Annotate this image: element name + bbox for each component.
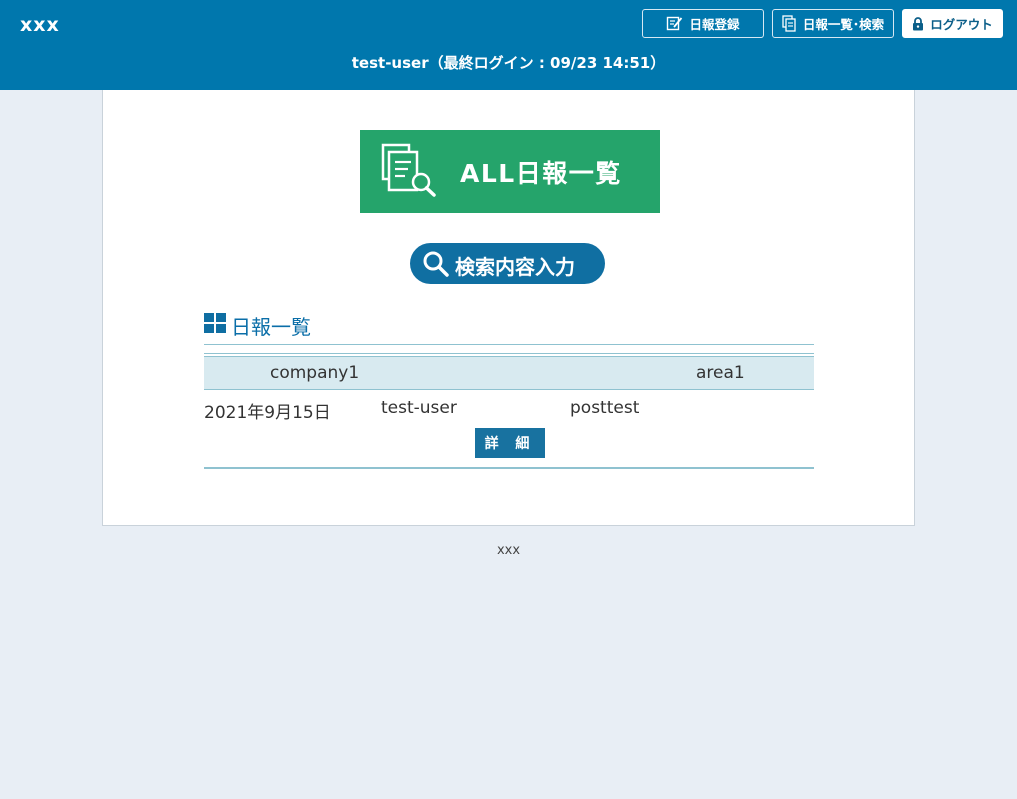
all-reports-label: ALL日報一覧	[460, 159, 622, 188]
app-title: xxx	[20, 14, 60, 36]
report-row: 2021年9月15日 test-user posttest	[204, 394, 814, 424]
edit-icon	[666, 16, 683, 31]
logout-button[interactable]: ログアウト	[902, 9, 1003, 38]
divider	[204, 353, 814, 354]
report-date: 2021年9月15日	[204, 403, 331, 423]
report-list-search-label: 日報一覧･検索	[802, 17, 885, 32]
grid-icon	[204, 312, 227, 339]
report-user: test-user	[381, 398, 457, 418]
logout-label: ログアウト	[930, 17, 993, 32]
report-list-search-button[interactable]: 日報一覧･検索	[772, 9, 894, 38]
login-info: test-user（最終ログイン : 09/23 14:51）	[351, 54, 666, 72]
main-card: ALL日報一覧 検索内容入力 日報一覧 company1 area1 2021年…	[102, 90, 915, 526]
header: xxx 日報登録 日報一覧･検索 ログアウト test-user（最終ログイン …	[0, 0, 1017, 90]
report-header-row: company1 area1	[204, 356, 814, 390]
register-report-button[interactable]: 日報登録	[642, 9, 764, 38]
section-title: 日報一覧	[204, 311, 311, 340]
search-criteria-button[interactable]: 検索内容入力	[410, 243, 605, 284]
report-title: posttest	[570, 398, 640, 418]
search-criteria-label: 検索内容入力	[455, 255, 575, 279]
magnifier-icon	[422, 250, 450, 282]
section-title-text: 日報一覧	[231, 315, 311, 339]
document-search-icon	[378, 143, 440, 203]
company-name: company1	[270, 363, 360, 383]
document-list-icon	[782, 15, 797, 32]
footer: xxx	[496, 543, 521, 558]
detail-button[interactable]: 詳 細	[475, 428, 545, 458]
divider	[204, 344, 814, 345]
register-report-label: 日報登録	[689, 17, 740, 32]
divider	[204, 467, 814, 469]
all-reports-button[interactable]: ALL日報一覧	[360, 130, 660, 213]
lock-icon	[912, 16, 924, 31]
area-name: area1	[696, 363, 745, 383]
